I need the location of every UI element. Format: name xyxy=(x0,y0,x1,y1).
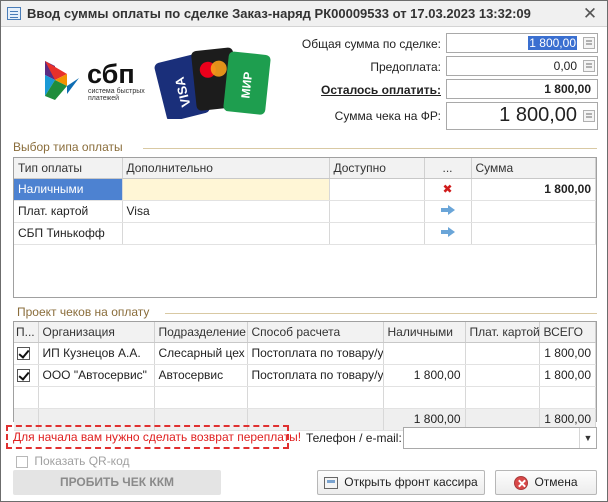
total-field[interactable]: 1 800,00 xyxy=(446,33,598,53)
card-cell xyxy=(465,342,540,365)
table-row[interactable]: ИП Кузнецов А.А. Слесарный цех Постоплат… xyxy=(14,342,596,365)
cash-cell xyxy=(383,342,466,365)
total-value: 1 800,00 xyxy=(528,36,577,50)
calculator-icon[interactable] xyxy=(583,60,595,72)
col-actions[interactable]: ... xyxy=(424,158,472,179)
print-checkbox[interactable] xyxy=(14,342,39,365)
cancel-button[interactable]: Отмена xyxy=(495,470,597,495)
receipt-sum-value: 1 800,00 xyxy=(499,104,577,126)
receipt-sum-label: Сумма чека на ФР: xyxy=(334,109,441,123)
sbp-logo-title: сбп xyxy=(87,59,135,89)
apply-arrow-icon[interactable] xyxy=(424,200,472,223)
delete-icon[interactable]: ✖ xyxy=(424,178,472,201)
phone-email-input[interactable]: ▼ xyxy=(403,427,597,449)
open-cashier-front-button[interactable]: Открыть фронт кассира xyxy=(317,470,485,495)
warning-message: Для начала вам нужно сделать возврат пер… xyxy=(6,425,301,449)
payment-type-cell[interactable]: Наличными xyxy=(14,178,123,201)
payment-type-cell[interactable]: СБП Тинькофф xyxy=(14,222,123,245)
document-icon xyxy=(7,7,21,20)
method-cell[interactable]: Постоплата по товару/у... xyxy=(247,364,384,387)
calculator-icon[interactable] xyxy=(583,110,595,122)
col-available[interactable]: Доступно xyxy=(329,158,425,179)
payment-type-cell[interactable]: Плат. картой xyxy=(14,200,123,223)
col-card[interactable]: Плат. картой xyxy=(465,322,540,343)
col-method[interactable]: Способ расчета xyxy=(247,322,384,343)
checkbox-icon[interactable] xyxy=(17,347,30,361)
payment-types-table: Тип оплаты Дополнительно Доступно ... Су… xyxy=(13,157,597,298)
col-extra[interactable]: Дополнительно xyxy=(122,158,330,179)
calculator-icon[interactable] xyxy=(583,37,595,49)
sum-cell[interactable] xyxy=(471,222,596,245)
section-divider xyxy=(143,148,597,149)
total-cell: 1 800,00 xyxy=(539,342,596,365)
cash-register-icon xyxy=(324,476,339,489)
sbp-logo-subtitle: система быстрых платежей xyxy=(88,88,145,102)
payment-dialog: Ввод суммы оплаты по сделке Заказ-наряд … xyxy=(0,0,608,502)
department-cell: Слесарный цех xyxy=(154,342,248,365)
cash-cell: 1 800,00 xyxy=(383,364,466,387)
table-row[interactable]: СБП Тинькофф xyxy=(14,222,596,245)
col-sum[interactable]: Сумма xyxy=(471,158,596,179)
remain-value: 1 800,00 xyxy=(544,82,591,96)
prepay-field[interactable]: 0,00 xyxy=(446,56,598,76)
extra-cell[interactable] xyxy=(122,178,330,201)
print-checkbox[interactable] xyxy=(14,364,39,387)
cancel-icon xyxy=(514,475,529,490)
show-qr-checkbox[interactable]: Показать QR-код xyxy=(16,454,129,468)
print-receipt-button[interactable]: ПРОБИТЬ ЧЕК ККМ xyxy=(13,470,221,495)
receipts-section-title: Проект чеков на оплату xyxy=(17,305,150,319)
col-payment-type[interactable]: Тип оплаты xyxy=(14,158,123,179)
available-cell xyxy=(329,222,425,245)
col-department[interactable]: Подразделение xyxy=(154,322,248,343)
organization-cell: ИП Кузнецов А.А. xyxy=(38,342,155,365)
col-total[interactable]: ВСЕГО xyxy=(539,322,596,343)
remain-label: Осталось оплатить: xyxy=(321,83,441,97)
available-cell xyxy=(329,178,425,201)
table-row[interactable]: Наличными ✖ 1 800,00 xyxy=(14,178,596,201)
receipt-sum-field[interactable]: 1 800,00 xyxy=(446,102,598,130)
total-label: Общая сумма по сделке: xyxy=(301,37,441,51)
table-row[interactable]: ООО "Автосервис" Автосервис Постоплата п… xyxy=(14,364,596,387)
col-organization[interactable]: Организация xyxy=(38,322,155,343)
col-cash[interactable]: Наличными xyxy=(383,322,466,343)
apply-arrow-icon[interactable] xyxy=(424,222,472,245)
card-cell xyxy=(465,364,540,387)
chevron-down-icon[interactable]: ▼ xyxy=(579,428,596,448)
title-bar: Ввод суммы оплаты по сделке Заказ-наряд … xyxy=(1,1,607,27)
organization-cell: ООО "Автосервис" xyxy=(38,364,155,387)
front-button-label: Открыть фронт кассира xyxy=(344,475,478,489)
bank-cards-icon: VISA МИР xyxy=(154,47,271,119)
sum-cell[interactable]: 1 800,00 xyxy=(471,178,596,201)
prepay-label: Предоплата: xyxy=(370,60,441,74)
total-cell: 1 800,00 xyxy=(539,364,596,387)
payment-section-title: Выбор типа оплаты xyxy=(13,140,123,154)
col-print[interactable]: П... xyxy=(14,322,39,343)
method-cell[interactable]: Постоплата по товару/у... xyxy=(247,342,384,365)
table-row-empty xyxy=(14,386,596,409)
remain-field: 1 800,00 xyxy=(446,79,598,99)
sum-cell[interactable] xyxy=(471,200,596,223)
prepay-value: 0,00 xyxy=(553,59,577,73)
svg-text:МИР: МИР xyxy=(238,71,255,99)
section-divider xyxy=(165,313,597,314)
extra-cell[interactable]: Visa xyxy=(122,200,330,223)
extra-cell[interactable] xyxy=(122,222,330,245)
checkbox-icon[interactable] xyxy=(17,369,30,383)
available-cell xyxy=(329,200,425,223)
qr-label: Показать QR-код xyxy=(34,454,130,468)
receipts-table: П... Организация Подразделение Способ ра… xyxy=(13,321,597,431)
cancel-button-label: Отмена xyxy=(534,475,578,489)
department-cell: Автосервис xyxy=(154,364,248,387)
window-title: Ввод суммы оплаты по сделке Заказ-наряд … xyxy=(27,6,531,21)
checkbox-icon[interactable] xyxy=(16,455,28,468)
phone-label: Телефон / e-mail: xyxy=(306,431,402,445)
table-row[interactable]: Плат. картой Visa xyxy=(14,200,596,223)
close-icon[interactable]: ✕ xyxy=(581,5,599,23)
